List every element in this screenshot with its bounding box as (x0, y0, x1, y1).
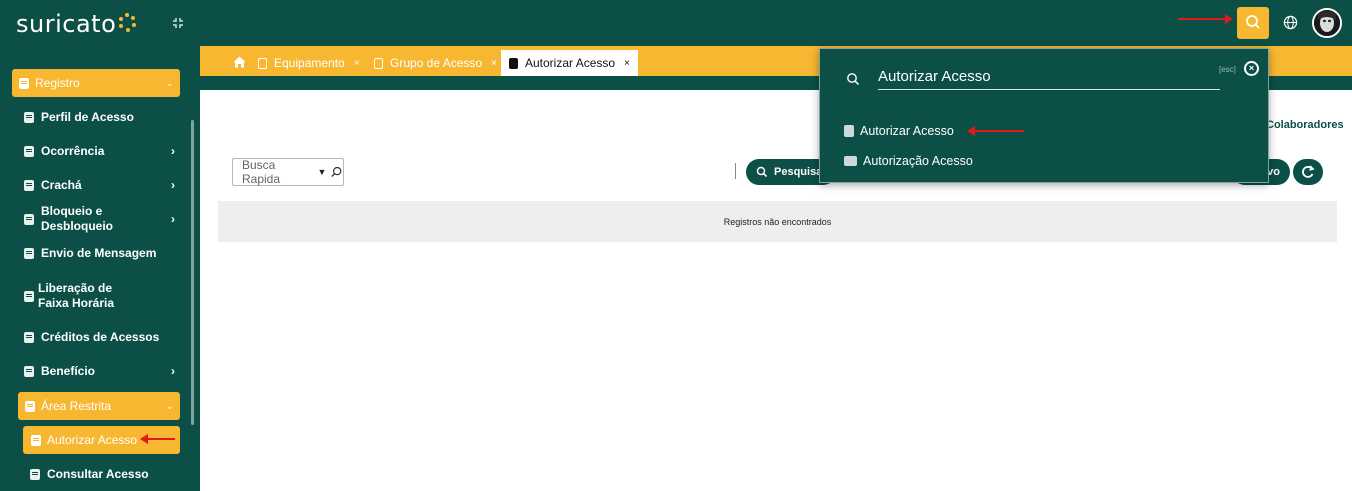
search-icon[interactable] (330, 165, 343, 179)
sidebar-item-autorizar-acesso[interactable]: Autorizar Acesso (23, 426, 180, 454)
document-icon (25, 400, 35, 412)
refresh-button[interactable] (1293, 159, 1323, 185)
sidebar-group-label: Registro (35, 76, 80, 90)
tab-autorizar-acesso[interactable]: Autorizar Acesso × (501, 50, 638, 76)
logo-row: suricato (0, 0, 200, 46)
sidebar-scrollbar[interactable] (191, 120, 194, 425)
top-bar (200, 0, 1352, 46)
annotation-arrow-result (967, 126, 1024, 136)
search-result-autorizar-acesso[interactable]: Autorizar Acesso (844, 124, 954, 138)
sidebar-item-label: Liberação de Faixa Horária (38, 281, 115, 310)
tab-equipamento[interactable]: Equipamento × (258, 50, 360, 76)
empty-results-row: Registros não encontrados (218, 201, 1337, 242)
tab-label: Grupo de Acesso (390, 56, 483, 70)
sidebar-item-label: Crachá (41, 177, 82, 192)
search-icon (847, 73, 860, 86)
sidebar-item-cracha[interactable]: Crachá › (24, 171, 184, 199)
sidebar-item-label: Bloqueio e Desbloqueio (41, 204, 114, 233)
tab-grupo-de-acesso[interactable]: Grupo de Acesso × (374, 50, 497, 76)
sidebar-item-ocorrencia[interactable]: Ocorrência › (24, 137, 184, 165)
search-button[interactable] (1237, 7, 1269, 39)
chevron-down-icon: ⌄ (166, 400, 174, 411)
logo-dots-icon (118, 13, 136, 33)
id-card-icon (844, 156, 857, 166)
document-icon (24, 365, 34, 377)
document-icon (24, 290, 34, 302)
sidebar-item-label: Créditos de Acessos (41, 329, 160, 344)
document-icon (30, 468, 40, 480)
sidebar-item-bloqueio[interactable]: Bloqueio e Desbloqueio › (24, 204, 184, 233)
sidebar-item-beneficio[interactable]: Benefício › (24, 357, 184, 385)
document-icon (31, 434, 41, 446)
home-icon[interactable] (233, 56, 246, 68)
sidebar-group-registro[interactable]: Registro ⌄ (12, 69, 180, 97)
document-icon (24, 213, 34, 225)
chevron-down-icon: ⌄ (166, 77, 174, 88)
sidebar-item-consultar-acesso[interactable]: Consultar Acesso (30, 460, 190, 488)
badge-icon (509, 57, 518, 69)
esc-hint: [esc] (1219, 65, 1236, 74)
toolbar-divider (735, 163, 736, 179)
sidebar-group-label: Área Restrita (41, 399, 112, 413)
close-tab-icon[interactable]: × (491, 58, 497, 69)
document-icon (24, 145, 34, 157)
document-icon (374, 57, 383, 69)
badge-icon (844, 125, 854, 137)
tab-label: Autorizar Acesso (525, 56, 616, 70)
user-avatar[interactable] (1312, 8, 1342, 38)
sidebar: suricato Registro ⌄ Perfil de Acesso Oco… (0, 0, 200, 491)
search-result-label: Autorizar Acesso (860, 124, 954, 138)
document-icon (24, 179, 34, 191)
tab-label: Equipamento (274, 56, 345, 70)
globe-icon[interactable] (1283, 15, 1298, 30)
sidebar-item-label: Benefício (41, 363, 96, 378)
chevron-right-icon: › (171, 178, 175, 192)
document-icon (19, 77, 29, 89)
sidebar-item-perfil-de-acesso[interactable]: Perfil de Acesso (24, 103, 184, 131)
avatar-portrait-icon (1314, 10, 1340, 36)
sidebar-item-label: Envio de Mensagem (41, 245, 157, 260)
sidebar-item-label: Ocorrência (41, 143, 105, 158)
document-icon (24, 111, 34, 123)
close-tab-icon[interactable]: × (624, 58, 630, 69)
search-icon (756, 166, 768, 178)
close-icon[interactable]: × (1244, 61, 1259, 76)
chevron-right-icon: › (171, 364, 175, 378)
sidebar-item-label: Consultar Acesso (47, 466, 149, 481)
colaboradores-link[interactable]: Colaboradores (1266, 119, 1344, 131)
sidebar-group-area-restrita[interactable]: Área Restrita ⌄ (18, 392, 180, 420)
document-icon (258, 57, 267, 69)
sidebar-item-envio-de-mensagem[interactable]: Envio de Mensagem (24, 239, 184, 267)
empty-message: Registros não encontrados (723, 216, 832, 227)
collapse-sidebar-icon[interactable] (172, 17, 184, 29)
chevron-right-icon: › (171, 144, 175, 158)
sidebar-item-liberacao-faixa-horaria[interactable]: Liberação de Faixa Horária (24, 279, 134, 313)
close-tab-icon[interactable]: × (354, 58, 360, 69)
sidebar-item-label: Autorizar Acesso (47, 433, 138, 447)
sidebar-item-creditos-de-acessos[interactable]: Créditos de Acessos (24, 323, 184, 351)
document-icon (24, 247, 34, 259)
document-icon (24, 331, 34, 343)
search-icon (1246, 15, 1260, 29)
search-popup-input[interactable]: Autorizar Acesso (878, 68, 1220, 90)
search-result-label: Autorização Acesso (863, 154, 973, 168)
chevron-right-icon: › (171, 212, 175, 226)
quick-search-label: Busca Rapida (242, 158, 281, 186)
search-result-autorizacao-acesso[interactable]: Autorização Acesso (844, 154, 973, 168)
quick-search-select[interactable]: Busca Rapida ▼ (232, 158, 344, 186)
app-logo[interactable]: suricato (16, 10, 116, 38)
sidebar-item-label: Perfil de Acesso (41, 109, 134, 124)
annotation-arrow-sidebar (140, 434, 175, 444)
refresh-icon (1302, 165, 1315, 178)
caret-down-icon: ▼ (317, 167, 327, 177)
annotation-arrow-search (1178, 14, 1233, 24)
